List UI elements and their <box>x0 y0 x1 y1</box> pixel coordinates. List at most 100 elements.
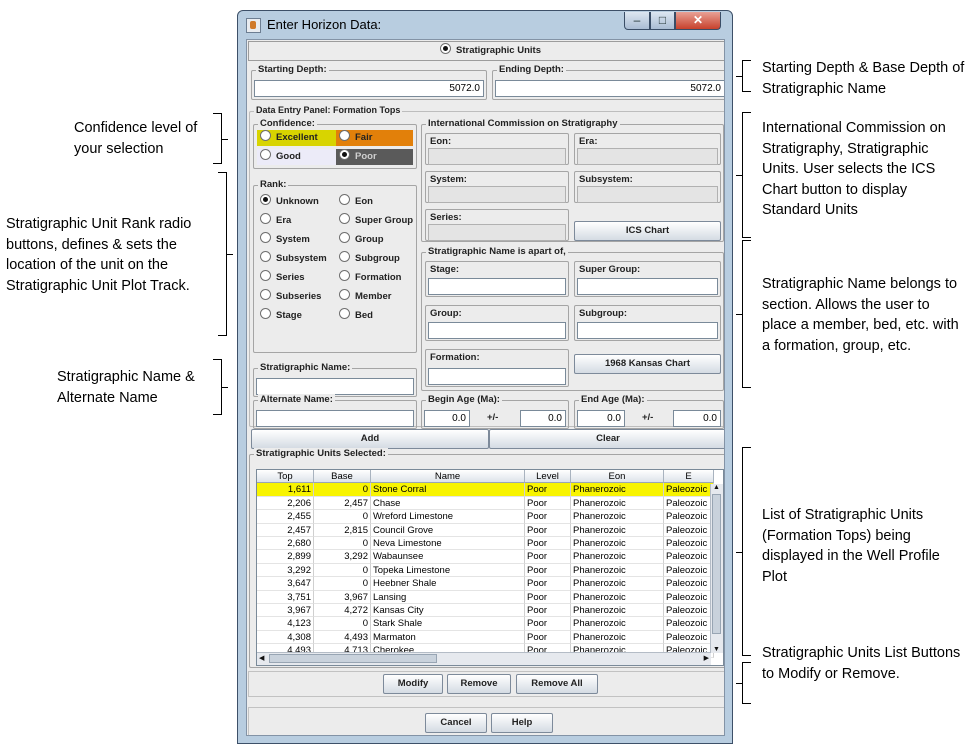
table-cell: 0 <box>314 537 371 551</box>
scroll-right-icon[interactable]: ▶ <box>704 654 709 662</box>
scroll-thumb[interactable] <box>712 494 721 634</box>
annotation-confidence: Confidence level of your selection <box>74 120 198 157</box>
table-cell: Paleozoic <box>664 523 714 537</box>
subgroup-input[interactable] <box>577 322 718 339</box>
table-cell: Phanerozoic <box>571 550 664 564</box>
help-button[interactable]: Help <box>491 713 553 733</box>
cancel-button[interactable]: Cancel <box>425 713 487 733</box>
stage-group: Stage: <box>425 261 569 297</box>
rank-eon-radio[interactable]: Eon <box>336 194 373 210</box>
eon-input <box>428 148 566 165</box>
subgroup-group: Subgroup: <box>574 305 721 341</box>
vertical-scrollbar[interactable]: ▲ ▼ <box>710 484 723 653</box>
radio-dot-icon <box>339 130 350 141</box>
rank-subseries-radio[interactable]: Subseries <box>257 289 321 305</box>
table-cell: Stark Shale <box>371 617 525 631</box>
radio-dot-icon <box>440 43 451 54</box>
table-row[interactable]: 3,751 3,967 Lansing Poor Phanerozoic Paleozoi… <box>257 590 714 604</box>
table-row[interactable]: 2,206 2,457 Chase Poor Phanerozoic Paleozoic <box>257 496 714 511</box>
table-row[interactable]: 2,455 0 Wreford Limestone Poor Phanerozoic Pa… <box>257 510 714 524</box>
scroll-up-icon[interactable]: ▲ <box>713 484 720 491</box>
table-row[interactable]: 4,308 4,493 Marmaton Poor Phanerozoic Paleozo… <box>257 630 714 645</box>
table-cell: Poor <box>525 496 571 511</box>
formation-group: Formation: <box>425 349 569 387</box>
ending-depth-input[interactable]: 5072.0 <box>495 80 724 97</box>
kansas-chart-button[interactable]: 1968 Kansas Chart <box>574 354 721 374</box>
table-cell: Poor <box>525 604 571 618</box>
clear-button[interactable]: Clear <box>489 429 724 449</box>
column-header[interactable]: Top <box>257 470 314 484</box>
table-row[interactable]: 1,611 0 Stone Corral Poor Phanerozoic Paleozo… <box>257 483 714 497</box>
confidence-good-radio[interactable]: Good <box>257 149 336 165</box>
remove-button[interactable]: Remove <box>447 674 511 694</box>
group-input[interactable] <box>428 322 566 339</box>
formation-input[interactable] <box>428 368 566 385</box>
table-cell: 2,206 <box>257 496 314 511</box>
scroll-thumb[interactable] <box>269 654 437 663</box>
table-row[interactable]: 2,457 2,815 Council Grove Poor Phanerozoic Pa… <box>257 523 714 537</box>
rank-member-radio[interactable]: Member <box>336 289 391 305</box>
end-age-error-input[interactable]: 0.0 <box>673 410 721 427</box>
radio-dot-icon <box>260 289 271 300</box>
rank-era-radio[interactable]: Era <box>257 213 291 229</box>
table-cell: Chase <box>371 496 525 511</box>
column-header[interactable]: Base <box>314 470 371 484</box>
table-cell: Marmaton <box>371 630 525 645</box>
rank-series-radio[interactable]: Series <box>257 270 305 286</box>
end-age-label: End Age (Ma): <box>579 394 647 405</box>
begin-age-error-input[interactable]: 0.0 <box>520 410 566 427</box>
alternate-name-input[interactable] <box>256 410 414 427</box>
table-row[interactable]: 3,292 0 Topeka Limestone Poor Phanerozoic Pal… <box>257 563 714 578</box>
close-icon[interactable]: ✕ <box>675 12 721 30</box>
stage-input[interactable] <box>428 278 566 295</box>
rank-group: Rank: Unknown Eon Era Super Group System… <box>253 179 417 353</box>
radio-dot-icon <box>260 194 271 205</box>
scroll-left-icon[interactable]: ◀ <box>259 654 264 662</box>
column-header[interactable]: Eon <box>571 470 664 484</box>
apart-of-label: Stratigraphic Name is apart of, <box>426 246 568 257</box>
rank-formation-radio[interactable]: Formation <box>336 270 401 286</box>
radio-stratigraphic-units[interactable]: Stratigraphic Units <box>437 43 541 59</box>
table-cell: Paleozoic <box>664 483 714 497</box>
column-header[interactable]: Name <box>371 470 525 484</box>
radio-dot-icon <box>260 251 271 262</box>
stratigraphic-name-input[interactable] <box>256 378 414 395</box>
radio-dot-icon <box>339 194 350 205</box>
super-group-input[interactable] <box>577 278 718 295</box>
horizontal-scrollbar[interactable]: ◀ ▶ <box>257 652 711 665</box>
confidence-excellent-radio[interactable]: Excellent <box>257 130 336 146</box>
confidence-fair-radio[interactable]: Fair <box>336 130 413 146</box>
rank-subsystem-radio[interactable]: Subsystem <box>257 251 327 267</box>
modify-button[interactable]: Modify <box>383 674 443 694</box>
end-age-group: End Age (Ma): 0.0 +/- 0.0 <box>574 394 724 429</box>
add-button[interactable]: Add <box>251 429 489 449</box>
column-header[interactable]: Level <box>525 470 571 484</box>
ics-chart-button[interactable]: ICS Chart <box>574 221 721 241</box>
eon-label: Eon: <box>430 136 452 147</box>
table-row[interactable]: 3,647 0 Heebner Shale Poor Phanerozoic Paleoz… <box>257 577 714 591</box>
starting-depth-input[interactable]: 5072.0 <box>254 80 484 97</box>
rank-group-radio[interactable]: Group <box>336 232 384 248</box>
table-cell: 3,967 <box>314 590 371 604</box>
table-row[interactable]: 2,899 3,292 Wabaunsee Poor Phanerozoic Paleoz… <box>257 550 714 564</box>
begin-age-input[interactable]: 0.0 <box>424 410 470 427</box>
rank-unknown-radio[interactable]: Unknown <box>257 194 319 210</box>
table-cell: Paleozoic <box>664 496 714 511</box>
title-bar[interactable]: Enter Horizon Data: – □ ✕ <box>238 11 732 39</box>
table-row[interactable]: 3,967 4,272 Kansas City Poor Phanerozoic Pale… <box>257 604 714 618</box>
table-row[interactable]: 4,123 0 Stark Shale Poor Phanerozoic Paleozoi… <box>257 617 714 631</box>
end-age-input[interactable]: 0.0 <box>577 410 625 427</box>
rank-subgroup-radio[interactable]: Subgroup <box>336 251 400 267</box>
rank-system-radio[interactable]: System <box>257 232 310 248</box>
rank-bed-radio[interactable]: Bed <box>336 308 373 324</box>
scroll-down-icon[interactable]: ▼ <box>713 646 720 653</box>
table-row[interactable]: 2,680 0 Neva Limestone Poor Phanerozoic Paleo… <box>257 537 714 551</box>
remove-all-button[interactable]: Remove All <box>516 674 598 694</box>
maximize-icon[interactable]: □ <box>650 12 675 30</box>
minimize-icon[interactable]: – <box>624 12 650 30</box>
column-header[interactable]: E <box>664 470 714 484</box>
rank-stage-radio[interactable]: Stage <box>257 308 302 324</box>
rank-super-group-radio[interactable]: Super Group <box>336 213 413 229</box>
table-cell: 0 <box>314 483 371 497</box>
confidence-poor-radio[interactable]: Poor <box>336 149 413 165</box>
